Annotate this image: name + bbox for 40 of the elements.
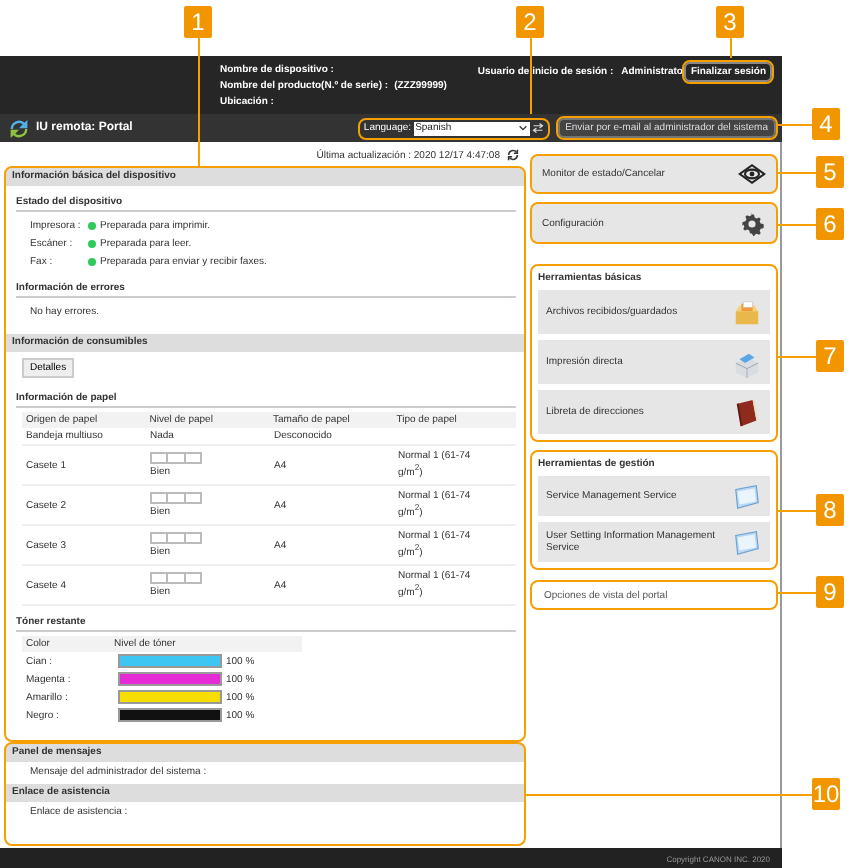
- gear-icon: [738, 211, 766, 235]
- leader-line: [778, 124, 812, 126]
- status-dot-icon: [88, 239, 96, 247]
- paper-gauge-icon: [150, 532, 202, 544]
- callout-number: 2: [516, 6, 544, 38]
- callout-number: 8: [816, 494, 844, 526]
- leader-line: [730, 38, 732, 58]
- apply-icon[interactable]: [531, 122, 544, 134]
- callout-number: 4: [812, 108, 840, 140]
- leader-line: [778, 356, 816, 358]
- logo-icon: [10, 119, 28, 137]
- status-dot-icon: [88, 221, 96, 229]
- leader-line: [778, 510, 816, 512]
- paper-gauge-icon: [150, 452, 202, 464]
- leader-line: [530, 38, 532, 114]
- callout-number: 1: [184, 6, 212, 38]
- eye-icon: [738, 162, 766, 186]
- toner-bar: [118, 708, 222, 722]
- paper-gauge-icon: [150, 492, 202, 504]
- leader-line: [198, 38, 200, 168]
- leader-line: [778, 224, 816, 226]
- callout-number: 10: [812, 778, 840, 810]
- callout-number: 3: [716, 6, 744, 38]
- window-icon: [732, 481, 762, 511]
- toner-bar: [118, 654, 222, 668]
- file-box-icon: [732, 297, 762, 327]
- paper-gauge-icon: [150, 572, 202, 584]
- book-icon: [732, 397, 762, 427]
- refresh-icon[interactable]: [506, 148, 520, 162]
- toner-bar: [118, 690, 222, 704]
- leader-line: [778, 172, 816, 174]
- callout-number: 5: [816, 156, 844, 188]
- caret-icon: [517, 124, 528, 132]
- callout-number: 7: [816, 340, 844, 372]
- toner-bar: [118, 672, 222, 686]
- status-dot-icon: [88, 257, 96, 265]
- callout-number: 6: [816, 208, 844, 240]
- callout-number: 9: [816, 576, 844, 608]
- window-icon: [732, 527, 762, 557]
- leader-line: [778, 592, 816, 594]
